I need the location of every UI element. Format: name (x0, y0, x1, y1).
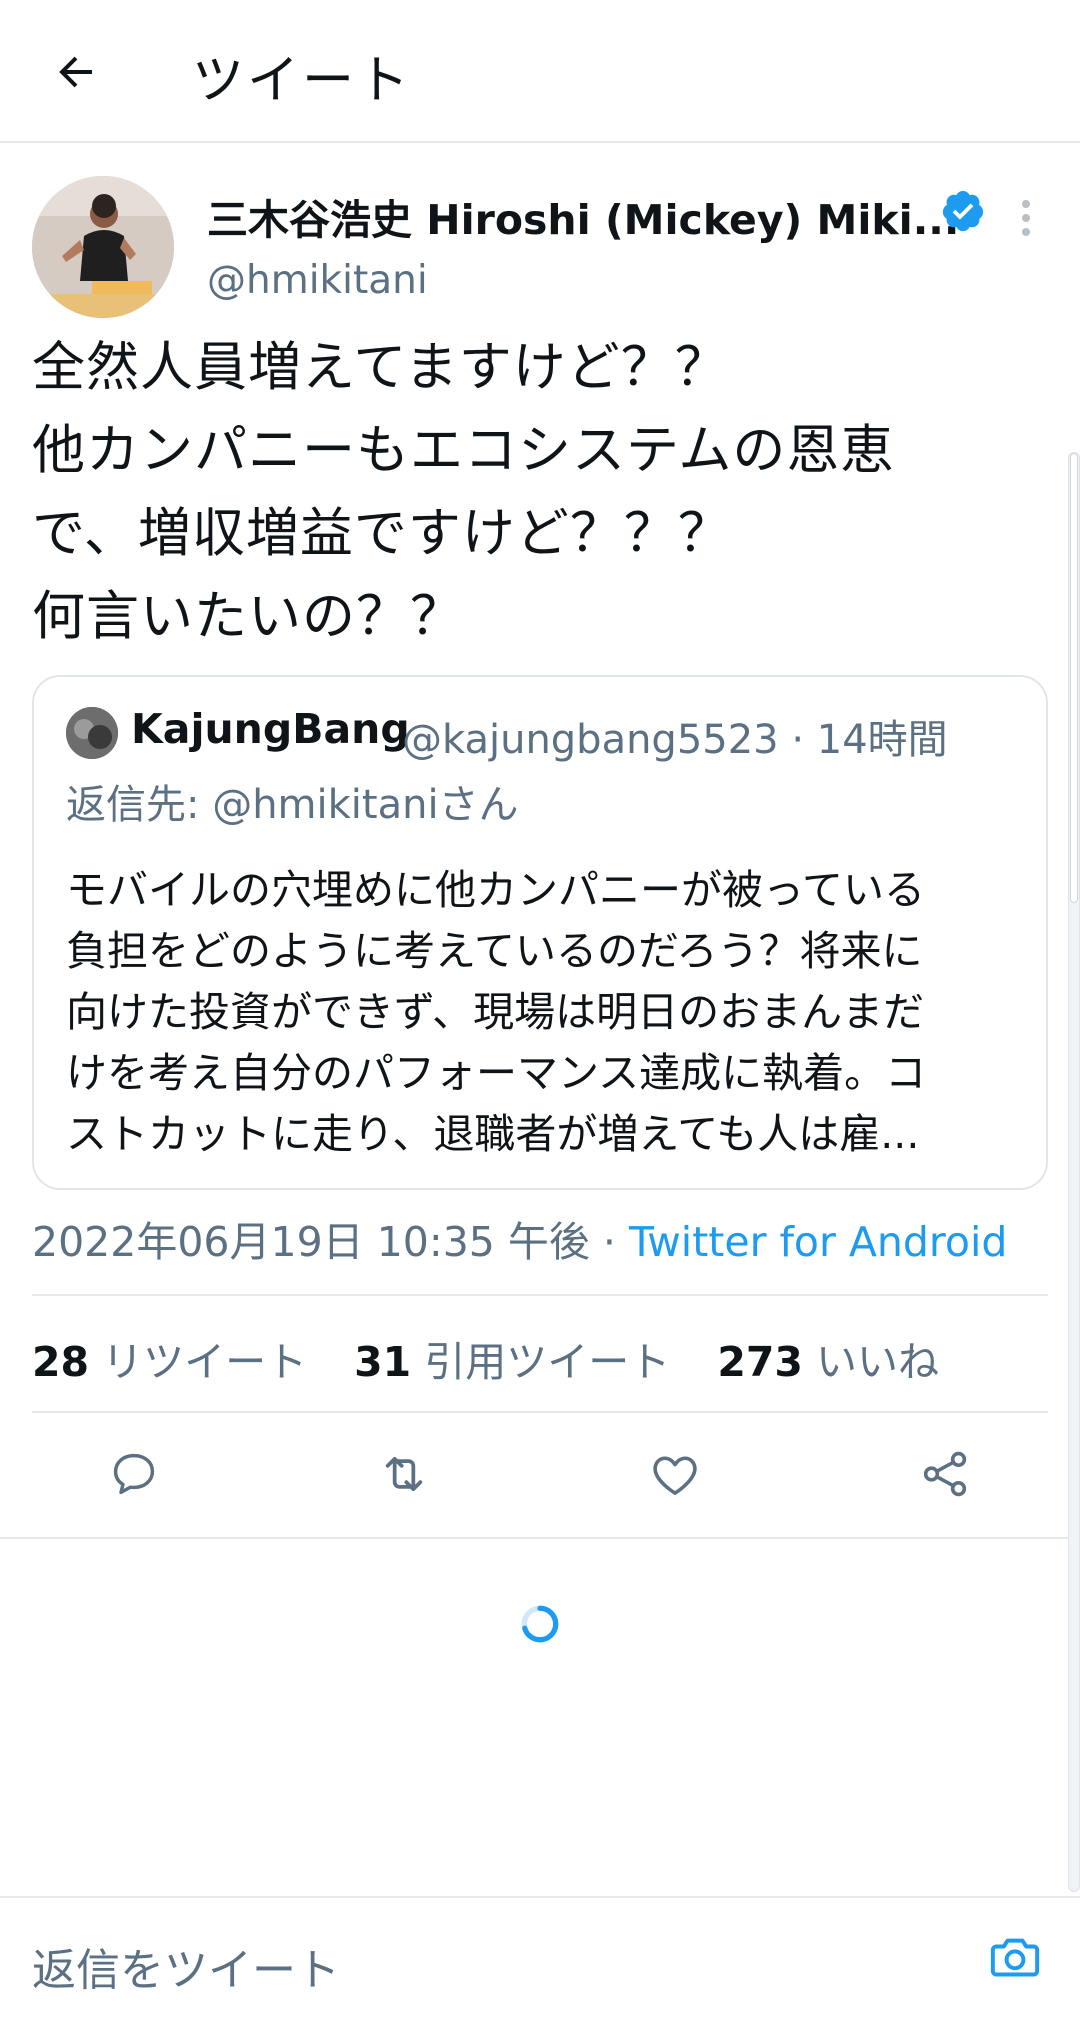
retweets-label: リツイート (102, 1338, 308, 1386)
quoted-author-name: KajungBang (131, 705, 410, 753)
section-divider (0, 1537, 1068, 1539)
camera-button[interactable] (986, 1928, 1044, 1986)
author-name[interactable]: 三木谷浩史 Hiroshi (Mickey) Miki... (207, 186, 959, 246)
quoted-author-meta: @kajungbang5523 · 14時間 (402, 717, 948, 763)
divider (32, 1294, 1048, 1296)
tweet-timestamp: 2022年06月19日 10:35 午後 · Twitter for Andro… (32, 1208, 1007, 1268)
arrow-left-icon (59, 56, 92, 88)
retweet-icon (385, 1456, 423, 1492)
likes-count: 273 (717, 1338, 803, 1386)
likes-stat[interactable]: 273 いいね (717, 1328, 939, 1388)
retweets-stat[interactable]: 28 リツイート (32, 1328, 307, 1388)
quotes-count: 31 (354, 1338, 412, 1386)
reply-bar: 返信をツイート (0, 1896, 1080, 2021)
scrollbar-thumb[interactable] (1070, 453, 1078, 903)
quoted-reply-to: 返信先: @hmikitaniさん (66, 782, 519, 828)
retweets-count: 28 (32, 1338, 90, 1386)
timestamp-text: 2022年06月19日 10:35 午後 · (32, 1218, 630, 1266)
back-button[interactable] (44, 40, 108, 104)
engagement-stats: 28 リツイート 31 引用ツイート 273 いいね (32, 1328, 973, 1388)
more-dot-icon (1022, 214, 1030, 222)
avatar-photo (32, 176, 174, 318)
tweet-text: 全然人員増えてますけど？？ 他カンパニーもエコシステムの恩恵 で、増収増益ですけ… (32, 326, 1052, 658)
more-dot-icon (1022, 200, 1030, 208)
loading-spinner-icon (521, 1605, 559, 1643)
quoted-text-line: けを考え自分のパフォーマンス達成に執着。コ (66, 1049, 927, 1097)
author-handle[interactable]: @hmikitani (207, 258, 428, 303)
reply-icon (113, 1453, 155, 1495)
quoted-text-line: 負担をどのように考えているのだろう？将来に (66, 927, 923, 975)
camera-icon (990, 1938, 1040, 1977)
retweet-button[interactable] (374, 1444, 434, 1504)
verified-badge-icon (942, 190, 984, 232)
client-link[interactable]: Twitter for Android (629, 1218, 1007, 1266)
scrollbar[interactable] (1068, 452, 1080, 1892)
quoted-author-avatar (66, 707, 118, 759)
top-app-bar: ツイート (0, 0, 1080, 143)
tweet-text-line: 何言いたいの？？ (32, 586, 464, 647)
like-icon (653, 1456, 697, 1495)
author-avatar[interactable] (32, 176, 174, 318)
page-title: ツイート (192, 51, 413, 111)
quoted-tweet-card[interactable]: KajungBang @kajungbang5523 · 14時間 返信先: @… (32, 675, 1048, 1190)
avatar-photo (66, 707, 118, 759)
quotes-stat[interactable]: 31 引用ツイート (354, 1328, 670, 1388)
divider (32, 1411, 1048, 1413)
more-dot-icon (1022, 228, 1030, 236)
quotes-label: 引用ツイート (424, 1338, 671, 1386)
share-icon (923, 1451, 967, 1497)
quoted-text-line: 向けた投資ができず、現場は明日のおまんまだ (66, 988, 925, 1036)
quoted-text-line: モバイルの穴埋めに他カンパニーが被っている (66, 866, 925, 914)
reply-button[interactable] (104, 1444, 164, 1504)
share-button[interactable] (915, 1444, 975, 1504)
like-button[interactable] (645, 1444, 705, 1504)
quoted-tweet-text: モバイルの穴埋めに他カンパニーが被っている 負担をどのように考えているのだろう？… (66, 860, 1026, 1165)
more-options-button[interactable] (1004, 196, 1048, 240)
reply-input[interactable]: 返信をツイート (32, 1934, 340, 1998)
tweet-text-line: 全然人員増えてますけど？？ (32, 337, 729, 398)
likes-label: いいね (815, 1338, 939, 1386)
tweet-text-line: 他カンパニーもエコシステムの恩恵 (32, 420, 895, 481)
quoted-text-line: ストカットに走り、退職者が増えても人は雇... (66, 1110, 920, 1158)
tweet-text-line: で、増収増益ですけど？？？ (32, 503, 732, 564)
